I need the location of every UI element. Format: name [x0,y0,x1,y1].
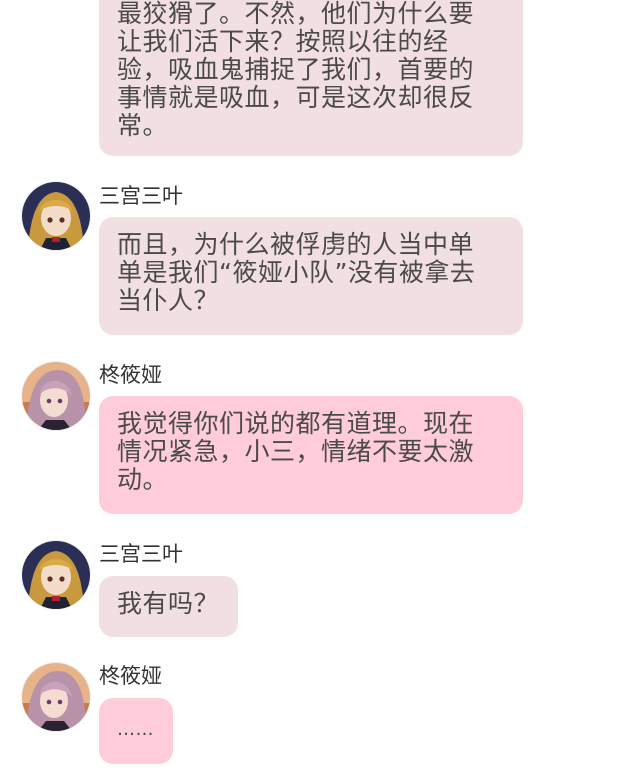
message-bubble[interactable]: 我有吗？ [99,576,238,637]
mitsuba-avatar-icon[interactable] [22,182,90,250]
shinoa-avatar-icon[interactable] [22,663,90,731]
message-bubble[interactable]: 我觉得你们说的都有道理。现在 情况紧急，小三，情绪不要太激 动。 [99,396,523,514]
shinoa-avatar-icon[interactable] [22,362,90,430]
sender-name: 柊筱娅 [99,664,162,688]
sender-name: 三宫三叶 [99,184,183,208]
sender-name: 柊筱娅 [99,363,162,387]
sender-name: 三宫三叶 [99,542,183,566]
message-bubble[interactable]: 而且，为什么被俘虏的人当中单 单是我们“筱娅小队”没有被拿去 当仆人？ [99,217,523,335]
message-bubble[interactable]: …… [99,698,173,764]
mitsuba-avatar-icon[interactable] [22,541,90,609]
message-bubble[interactable]: 最狡猾了。不然，他们为什么要 让我们活下来？按照以往的经 验，吸血鬼捕捉了我们，… [99,0,523,156]
